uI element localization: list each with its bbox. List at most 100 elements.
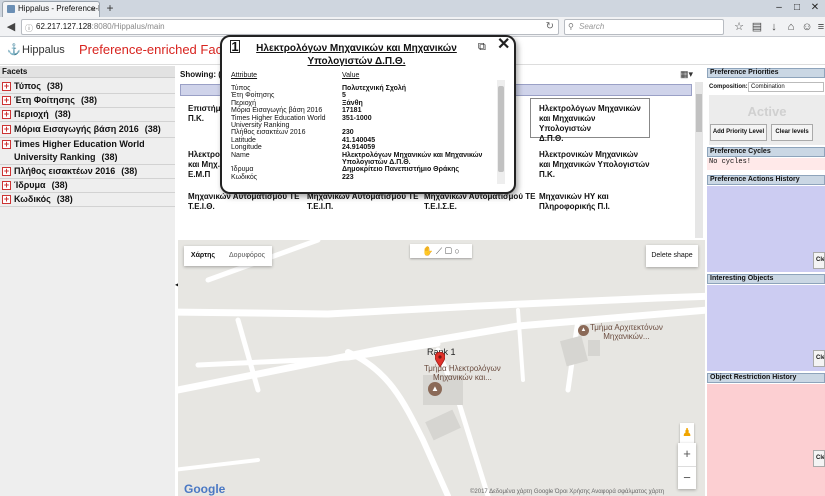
popup-scrollbar[interactable] — [497, 80, 505, 184]
map-tab[interactable]: Χάρτης — [184, 246, 222, 266]
facet-count: (38) — [121, 166, 138, 176]
hand-icon[interactable]: ✋ — [422, 246, 433, 256]
university-icon[interactable]: ▲ — [578, 325, 589, 336]
satellite-tab[interactable]: Δορυφόρος — [222, 246, 272, 266]
popup-attr: Κωδικός — [231, 173, 258, 181]
expand-plus-icon[interactable]: + — [2, 195, 11, 204]
popup-attr: Longitude — [231, 144, 262, 152]
expand-plus-icon[interactable]: + — [2, 82, 11, 91]
menu-icon[interactable]: ≡ — [814, 19, 825, 35]
zoom-control: + − — [678, 443, 696, 489]
facet-count: (38) — [46, 81, 63, 91]
facet-item[interactable]: + Κωδικός (38) — [0, 193, 175, 207]
popup-attr: Έτη Φοίτησης — [231, 92, 275, 100]
facet-item[interactable]: + Περιοχή (38) — [0, 108, 175, 122]
place-label-arch[interactable]: Τμήμα Αρχιτεκτόνων Μηχανικών... — [590, 323, 663, 341]
facet-item[interactable]: + Times Higher Education World University… — [0, 138, 175, 165]
clear-interesting-button[interactable]: Clear — [813, 350, 825, 367]
clear-levels-button[interactable]: Clear levels — [771, 124, 813, 141]
place-label-ece[interactable]: Τμήμα Ηλεκτρολόγων Μηχανικών και... — [424, 364, 501, 382]
map-attribution[interactable]: ©2017 Δεδομένα χάρτη Google Όροι Χρήσης … — [470, 489, 664, 495]
popup-value: Ξάνθη — [342, 99, 363, 107]
browser-search-input[interactable]: ⚲ Search — [564, 19, 724, 35]
facet-item[interactable]: + Μόρια Εισαγωγής βάση 2016 (38) — [0, 123, 175, 138]
back-icon[interactable]: ◀ — [4, 19, 18, 35]
maximize-icon[interactable]: □ — [790, 2, 804, 14]
facet-label: Πλήθος εισακτέων 2016 — [14, 166, 116, 176]
open-external-icon[interactable]: ⧉ — [478, 41, 492, 53]
info-icon: ⓘ — [25, 24, 33, 33]
street-view-pegman-icon[interactable]: ♟ — [680, 423, 694, 443]
result-cell[interactable]: Μηχανικών Αυτοματισμού ΤΕ Τ.Ε.Ι.Π. — [307, 192, 419, 212]
expand-plus-icon[interactable]: + — [2, 125, 11, 134]
expand-plus-icon[interactable]: + — [2, 167, 11, 176]
download-icon[interactable]: ↓ — [767, 19, 781, 35]
close-window-icon[interactable]: ✕ — [808, 2, 822, 14]
interesting-objects-area — [707, 285, 825, 371]
result-cell[interactable]: Μηχανικών ΗΥ και Πληροφορικής Π.Ι. — [539, 192, 679, 212]
close-tab-icon[interactable]: × — [91, 2, 96, 16]
popup-attr: Times Higher Education World University … — [231, 114, 326, 129]
result-cell[interactable]: Μηχανικών Αυτοματισμού ΤΕ Τ.Ε.Ι.Σ.Ε. — [424, 192, 536, 212]
minimize-icon[interactable]: – — [772, 2, 786, 14]
composition-value: Combination — [751, 84, 785, 90]
favicon-icon — [7, 5, 15, 13]
popup-value: 351-1000 — [342, 114, 372, 122]
rectangle-icon[interactable]: ▢ — [445, 246, 452, 256]
home-icon[interactable]: ⌂ — [784, 19, 798, 35]
expand-plus-icon[interactable]: + — [2, 140, 11, 149]
popup-attr: Τύπος — [231, 85, 251, 92]
facet-item[interactable]: + Πλήθος εισακτέων 2016 (38) — [0, 165, 175, 179]
popup-value: 230 — [342, 129, 354, 137]
delete-shape-button[interactable]: Delete shape — [646, 245, 698, 267]
polyline-icon[interactable]: ⟋ — [436, 246, 442, 256]
url-path: :8080/Hippalus/main — [91, 22, 165, 31]
facet-item[interactable]: + Τύπος (38) — [0, 80, 175, 94]
map-type-control: Χάρτης Δορυφόρος — [184, 246, 272, 266]
grid-view-icon[interactable]: ▦▾ — [680, 69, 696, 79]
facet-label: Τύπος — [14, 81, 41, 91]
popup-value: Ηλεκτρολόγων Μηχανικών και Μηχανικών Υπο… — [342, 151, 483, 166]
facet-item[interactable]: + Ίδρυμα (38) — [0, 179, 175, 193]
result-cell[interactable]: Ηλεκτρολόγων Μηχανικών και Μηχανικών Υπο… — [539, 104, 649, 144]
cycles-text: No cycles! — [707, 158, 825, 170]
expand-plus-icon[interactable]: + — [2, 110, 11, 119]
close-icon[interactable]: ✕ — [497, 37, 511, 53]
search-icon: ⚲ — [568, 22, 574, 31]
facet-label: Κωδικός — [14, 194, 51, 204]
clear-history-button[interactable]: Clear — [813, 252, 825, 269]
zoom-in-button[interactable]: + — [678, 443, 696, 465]
emoji-icon[interactable]: ☺ — [800, 19, 814, 35]
zoom-out-button[interactable]: − — [678, 466, 696, 488]
add-priority-level-button[interactable]: Add Priority Level — [710, 124, 767, 141]
facet-count: (38) — [56, 194, 73, 204]
popup-attr: Name — [231, 151, 250, 159]
expand-plus-icon[interactable]: + — [2, 96, 11, 105]
clear-restriction-button[interactable]: Clear — [813, 450, 825, 467]
new-tab-button[interactable]: + — [104, 2, 116, 15]
university-icon[interactable]: ▲ — [428, 382, 442, 396]
result-cell[interactable]: Μηχανικών Αυτοματισμού ΤΕ Τ.Ε.Ι.Θ. — [188, 192, 306, 212]
circle-icon[interactable]: ○ — [454, 246, 459, 256]
composition-label: Composition: — [709, 84, 748, 90]
popup-title: Ηλεκτρολόγων Μηχανικών και Μηχανικών Υπο… — [256, 43, 457, 67]
interesting-objects-header: Interesting Objects — [707, 274, 825, 284]
facet-label: Times Higher Education World University … — [14, 139, 145, 162]
facet-label: Ίδρυμα — [14, 180, 46, 190]
popup-attr: Latitude — [231, 136, 256, 144]
star-icon[interactable]: ☆ — [732, 19, 746, 35]
expand-plus-icon[interactable]: + — [2, 181, 11, 190]
popup-value: 24.914059 — [342, 144, 376, 152]
url-host: 62.217.127.128 — [36, 22, 92, 31]
facet-count: (38) — [51, 180, 68, 190]
browser-tab[interactable]: Hippalus - Preference-Enri... × — [2, 1, 100, 17]
composition-select[interactable]: Combination — [748, 82, 824, 92]
address-bar[interactable]: ⓘ 62.217.127.128:8080/Hippalus/main ↻ — [21, 19, 559, 35]
result-cell[interactable]: Ηλεκτρονικών Μηχανικών και Μηχανικών Υπο… — [539, 150, 679, 180]
search-placeholder: Search — [579, 22, 605, 31]
library-icon[interactable]: ▤ — [750, 19, 764, 35]
results-scrollbar[interactable] — [695, 82, 703, 238]
popup-value: Δημοκρίτειο Πανεπιστήμιο Θράκης — [342, 166, 460, 174]
reload-icon[interactable]: ↻ — [546, 20, 554, 34]
facet-item[interactable]: + Έτη Φοίτησης (38) — [0, 94, 175, 108]
